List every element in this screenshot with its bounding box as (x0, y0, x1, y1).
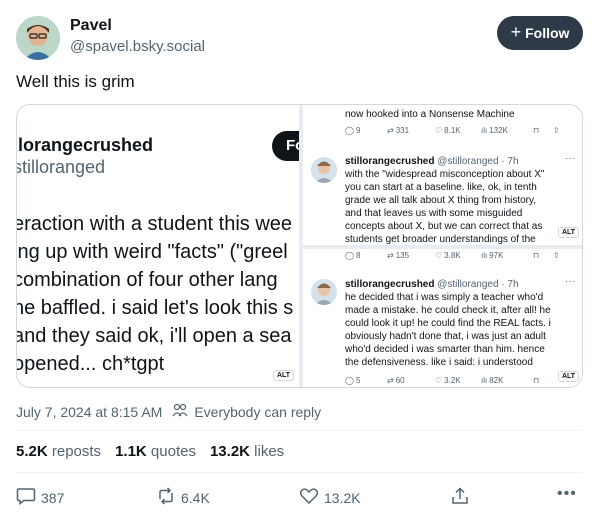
share-button[interactable] (451, 487, 469, 508)
screenshot-stats-row: ◯ 8 ⇄ 135 ♡ 3.8K ılı 97K ⊓ ⇧ (345, 251, 560, 260)
screenshot-text-line: obviously hadn't done that, i was just a… (345, 331, 546, 342)
author-name[interactable]: Pavel (70, 17, 112, 35)
screenshot-text-line: ing up with weird "facts" ("greel (17, 241, 288, 263)
screenshot-stats-row: ◯ 5 ⇄ 60 ♡ 3.2K ılı 82K ⊓ (345, 376, 539, 385)
screenshot-avatar (311, 157, 337, 183)
more-icon: ··· (565, 276, 575, 287)
screenshot-author-name: llorangecrushed (17, 135, 154, 155)
post-text: Well this is grim (16, 72, 135, 91)
repost-icon: ⇄ 331 (387, 126, 410, 135)
screenshot-text-line: and that leaves us with some misguided (345, 208, 523, 219)
screenshot-text-line: combination of four other lang (17, 269, 278, 291)
heart-icon (299, 487, 319, 508)
screenshot-text-line: he decided that i was simply a teacher w… (345, 292, 544, 303)
reply-icon: ◯ 8 (345, 251, 361, 260)
people-icon (172, 403, 188, 420)
more-icon: ··· (565, 153, 575, 164)
media-image-2[interactable]: now hooked into a Nonsense Machine ◯ 9 ⇄… (303, 105, 582, 245)
author-handle[interactable]: @spavel.bsky.social (70, 38, 205, 55)
plus-icon: + (510, 22, 522, 42)
alt-badge[interactable]: ALT (558, 227, 580, 238)
views-icon: ılı 97K (481, 251, 504, 260)
reply-setting[interactable]: Everybody can reply (194, 404, 321, 420)
screenshot-text-line: opened... ch*tgpt (17, 353, 165, 375)
screenshot-text-line: the defensiveness. like i said: i unders… (345, 357, 533, 368)
views-icon: ılı 82K (481, 376, 504, 385)
screenshot-text-line: who'd decided i was smarter than him. he… (345, 344, 545, 355)
screenshot-text-line: students get broader understandings of t… (345, 234, 536, 245)
follow-button[interactable]: + Follow (497, 16, 583, 50)
screenshot-text-line: and they said ok, i'll open a sea (17, 325, 292, 347)
reposts-count[interactable]: 5.2K reposts (16, 443, 101, 460)
author-avatar[interactable] (16, 16, 60, 60)
like-icon: ♡ 3.2K (435, 376, 461, 385)
screenshot-author-handle: @stilloranged · 7h (437, 156, 519, 167)
reply-icon: ◯ 9 (345, 126, 361, 135)
screenshot-text-line: with the "widespread misconception about… (345, 169, 545, 180)
like-icon: ♡ 3.8K (435, 251, 461, 260)
action-bar: 387 6.4K 13.2K ••• (16, 485, 583, 509)
alt-badge[interactable]: ALT (558, 371, 580, 382)
like-count: 13.2K (324, 489, 361, 506)
divider (16, 430, 583, 431)
engagement-counts: 5.2K reposts 1.1K quotes 13.2K likes (16, 443, 284, 460)
screenshot-author-handle: @stilloranged · 7h (437, 279, 519, 290)
more-options-button[interactable]: ••• (557, 485, 577, 503)
reply-count: 387 (41, 489, 65, 506)
share-icon (451, 487, 469, 508)
post-meta: July 7, 2024 at 8:15 AM Everybody can re… (16, 403, 321, 420)
screenshot-stats-row: ◯ 9 ⇄ 331 ♡ 8.1K ılı 132K ⊓ ⇧ (345, 126, 560, 135)
screenshot-text-line: made a mistake. he could check it, after… (345, 305, 551, 316)
more-icon: ••• (557, 485, 577, 502)
repost-icon: ⇄ 60 (387, 376, 405, 385)
reply-icon: ◯ 5 (345, 376, 361, 385)
likes-count[interactable]: 13.2K likes (210, 443, 284, 460)
media-image-1[interactable]: llorangecrushed stilloranged Fo eraction… (17, 105, 299, 387)
media-grid: llorangecrushed stilloranged Fo eraction… (16, 104, 583, 388)
screenshot-author-name: stillorangecrushed (345, 156, 435, 167)
share-icon: ⇧ (553, 126, 560, 135)
screenshot-avatar (311, 279, 337, 305)
alt-badge[interactable]: ALT (273, 370, 295, 381)
repost-icon (156, 487, 176, 508)
views-icon: ılı 132K (481, 126, 508, 135)
repost-count: 6.4K (181, 489, 210, 506)
bookmark-icon: ⊓ (533, 376, 540, 385)
screenshot-text-line: could look it up! he could find the REAL… (345, 318, 551, 329)
like-button[interactable]: 13.2K (299, 487, 361, 508)
screenshot-text-line: concepts about X, but we can correct tha… (345, 221, 543, 232)
repost-icon: ⇄ 135 (387, 251, 410, 260)
repost-button[interactable]: 6.4K (156, 487, 210, 508)
screenshot-follow-button: Fo (272, 131, 299, 161)
screenshot-text-line: now hooked into a Nonsense Machine (345, 109, 515, 120)
divider (16, 472, 583, 473)
screenshot-author-name: stillorangecrushed (345, 279, 435, 290)
screenshot-text-line: ne baffled. i said let's look this s (17, 297, 294, 319)
screenshot-text-line: eraction with a student this wee (17, 213, 293, 235)
screenshot-text-line: grade we all talk about X thing from his… (345, 195, 537, 206)
bookmark-icon: ⊓ (533, 251, 540, 260)
share-icon: ⇧ (553, 251, 560, 260)
reply-icon (16, 487, 36, 508)
bookmark-icon: ⊓ (533, 126, 540, 135)
like-icon: ♡ 8.1K (435, 126, 461, 135)
media-image-3[interactable]: ◯ 8 ⇄ 135 ♡ 3.8K ılı 97K ⊓ ⇧ stillorange… (303, 249, 582, 387)
screenshot-text-line: you can start at a baseline. like, ok, i… (345, 182, 537, 193)
screenshot-author-handle: stilloranged (17, 157, 106, 177)
reply-button[interactable]: 387 (16, 487, 64, 508)
follow-label: Follow (525, 25, 570, 41)
quotes-count[interactable]: 1.1K quotes (115, 443, 196, 460)
post-date[interactable]: July 7, 2024 at 8:15 AM (16, 404, 162, 420)
